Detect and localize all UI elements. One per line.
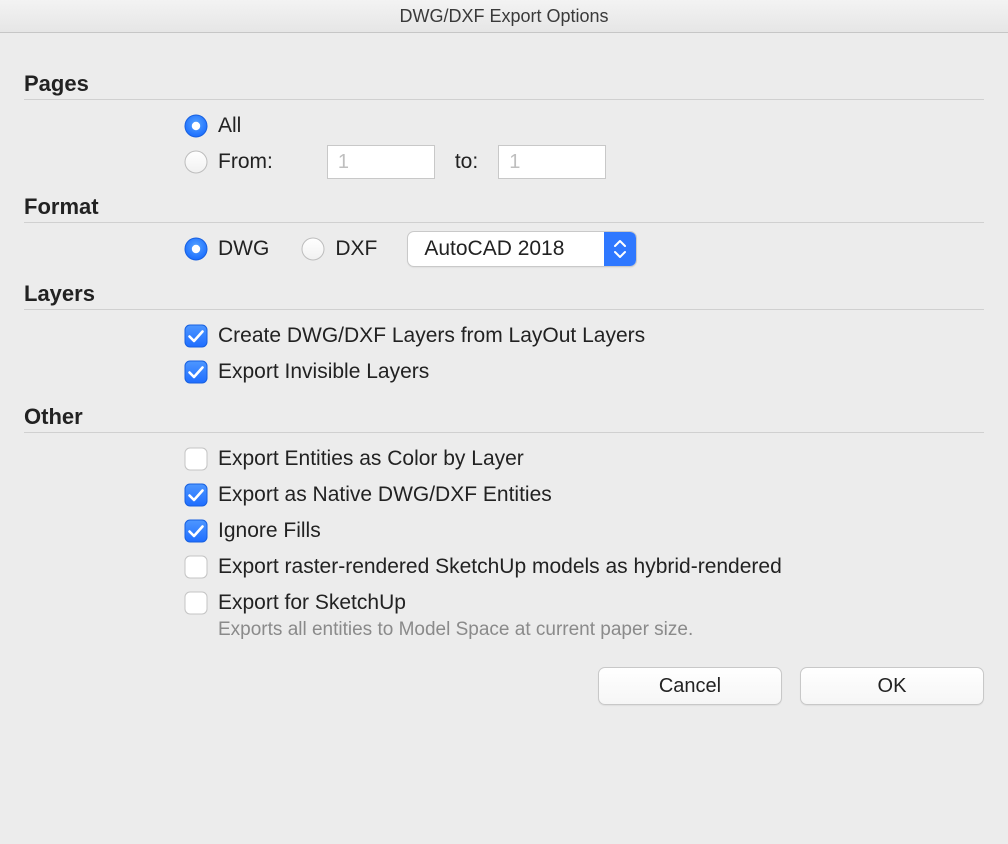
label-export-invisible: Export Invisible Layers [218,360,429,384]
select-autocad-version-text: AutoCAD 2018 [424,237,604,261]
label-pages-all: All [218,114,241,138]
label-for-sketchup: Export for SketchUp [218,591,406,615]
input-page-to[interactable]: 1 [498,145,606,179]
checkbox-color-by-layer[interactable] [184,447,208,471]
label-pages-from: From: [218,150,273,174]
dialog-title: DWG/DXF Export Options [0,0,1008,33]
checkbox-create-layers[interactable] [184,324,208,348]
label-ignore-fills: Ignore Fills [218,519,321,543]
chevrons-up-down-icon [604,231,636,267]
radio-format-dxf[interactable] [301,237,325,261]
label-pages-to: to: [455,150,478,174]
select-autocad-version[interactable]: AutoCAD 2018 [407,231,637,267]
label-create-layers: Create DWG/DXF Layers from LayOut Layers [218,324,645,348]
checkbox-ignore-fills[interactable] [184,519,208,543]
label-format-dwg: DWG [218,237,269,261]
radio-format-dwg[interactable] [184,237,208,261]
radio-pages-all[interactable] [184,114,208,138]
help-for-sketchup: Exports all entities to Model Space at c… [218,619,984,641]
section-heading-layers: Layers [24,281,984,310]
radio-pages-from[interactable] [184,150,208,174]
label-hybrid-render: Export raster-rendered SketchUp models a… [218,555,782,579]
input-page-from[interactable]: 1 [327,145,435,179]
section-heading-pages: Pages [24,71,984,100]
cancel-button[interactable]: Cancel [598,667,782,705]
checkbox-export-invisible[interactable] [184,360,208,384]
label-native-entities: Export as Native DWG/DXF Entities [218,483,552,507]
label-color-by-layer: Export Entities as Color by Layer [218,447,524,471]
checkbox-hybrid-render[interactable] [184,555,208,579]
ok-button[interactable]: OK [800,667,984,705]
section-heading-format: Format [24,194,984,223]
section-heading-other: Other [24,404,984,433]
checkbox-for-sketchup[interactable] [184,591,208,615]
checkbox-native-entities[interactable] [184,483,208,507]
label-format-dxf: DXF [335,237,377,261]
